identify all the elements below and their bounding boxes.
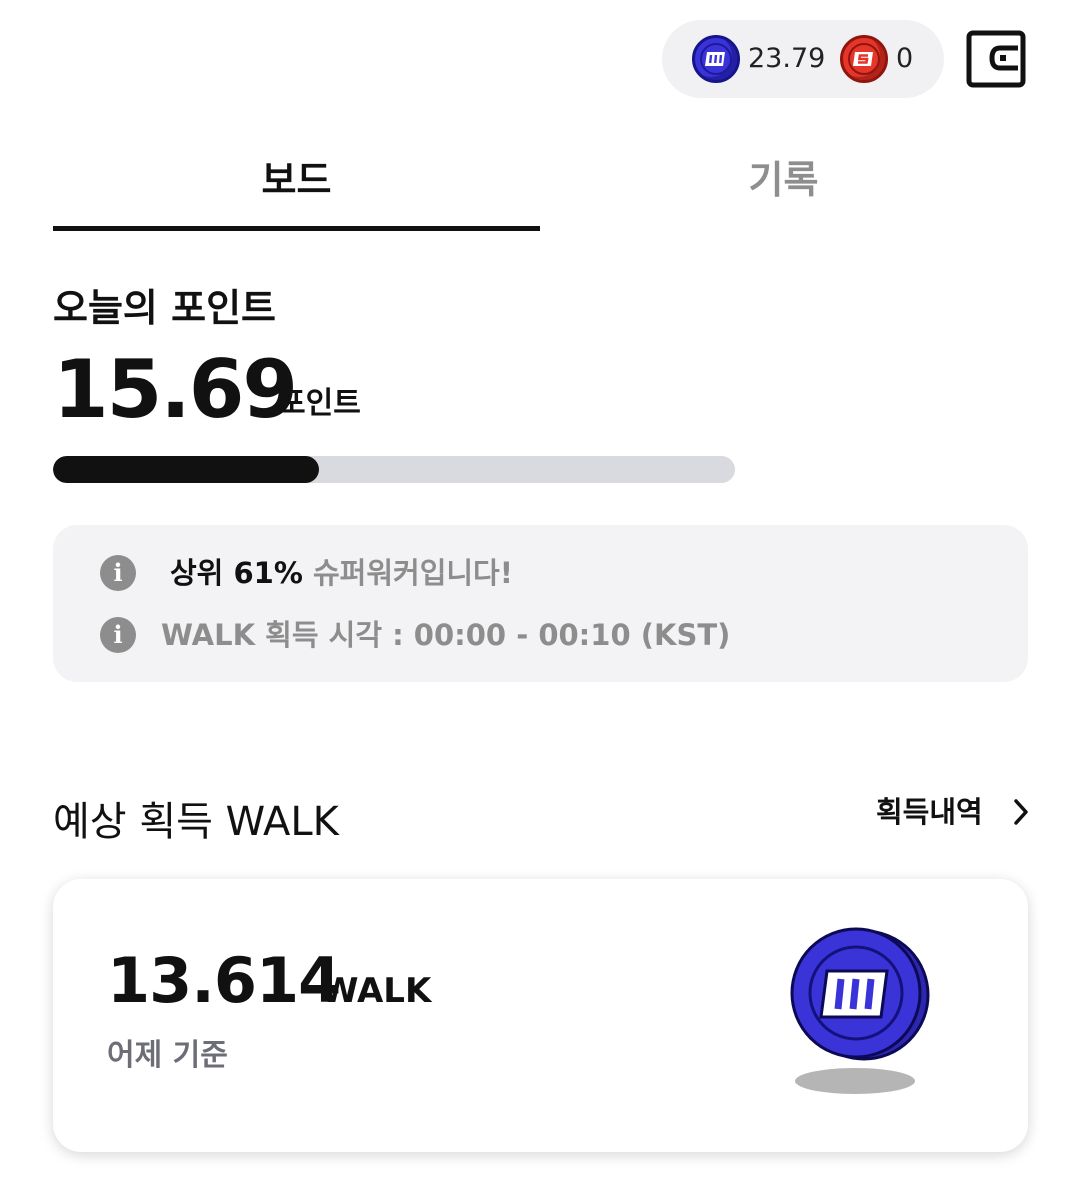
rank-description: 슈퍼워커입니다! bbox=[302, 556, 513, 590]
earning-history-label: 획득내역 bbox=[876, 795, 983, 829]
walk-amount: 13.614 bbox=[107, 944, 341, 1017]
walk-time-info: WALK 획득 시각 : 00:00 - 00:10 (KST) bbox=[161, 618, 731, 652]
info-icon: i bbox=[100, 617, 136, 653]
balance-pill[interactable]: 23.79 0 bbox=[662, 20, 944, 98]
walk-coin-icon bbox=[692, 35, 740, 83]
rank-percent: 상위 61% bbox=[170, 556, 303, 590]
walk-basis: 어제 기준 bbox=[107, 1038, 228, 1073]
points-progress-fill bbox=[53, 456, 319, 483]
super-balance: 0 bbox=[896, 43, 914, 74]
tab-history[interactable]: 기록 bbox=[540, 150, 1027, 230]
expected-walk-title: 예상 획득 WALK bbox=[53, 799, 339, 845]
active-tab-indicator bbox=[53, 226, 540, 231]
wallet-icon[interactable] bbox=[966, 30, 1026, 88]
earning-history-link[interactable]: 획득내역 bbox=[876, 790, 1029, 834]
points-value: 15.69 bbox=[53, 343, 298, 436]
info-icon: i bbox=[100, 555, 136, 591]
info-box: i 상위 61% 슈퍼워커입니다! i WALK 획득 시각 : 00:00 -… bbox=[53, 525, 1028, 682]
rank-info: 상위 61% 슈퍼워커입니다! bbox=[170, 553, 513, 593]
walk-unit: WALK bbox=[321, 971, 432, 1011]
points-unit: 포인트 bbox=[278, 386, 361, 421]
points-progress-bar bbox=[53, 456, 735, 483]
walk-balance: 23.79 bbox=[748, 43, 826, 74]
points-title: 오늘의 포인트 bbox=[53, 286, 276, 330]
walk-coin-icon bbox=[790, 927, 930, 1094]
tab-board[interactable]: 보드 bbox=[53, 150, 540, 230]
expected-walk-card: 13.614 WALK 어제 기준 bbox=[53, 879, 1028, 1152]
super-coin-icon bbox=[840, 35, 888, 83]
chevron-right-icon bbox=[1014, 799, 1028, 825]
